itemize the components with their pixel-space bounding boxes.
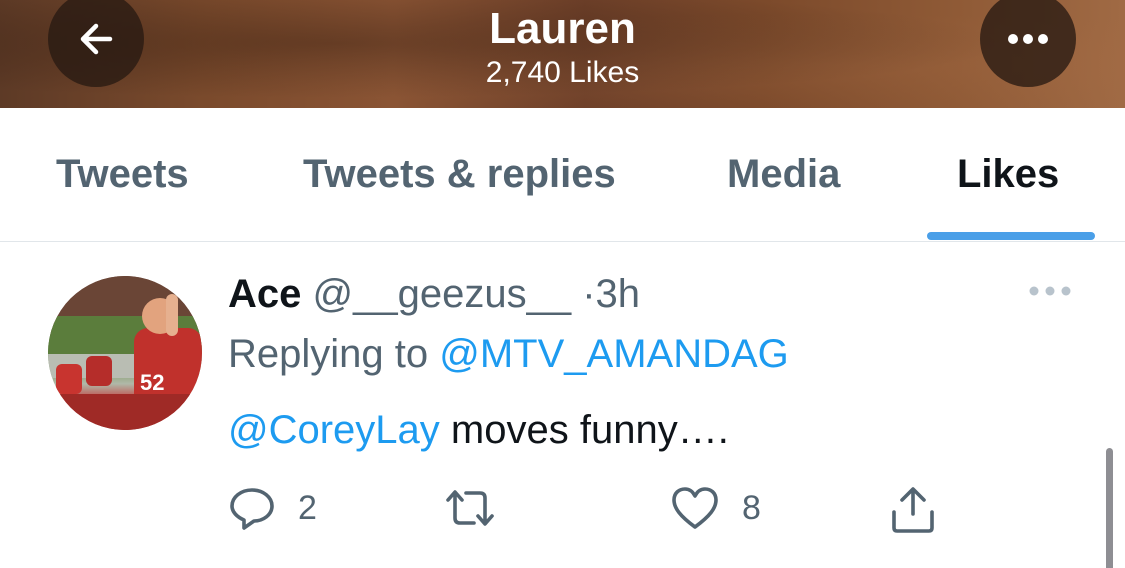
tweet-time[interactable]: 3h bbox=[596, 272, 641, 316]
author-handle[interactable]: @__geezus__ bbox=[313, 272, 572, 316]
tab-tweets-and-replies[interactable]: Tweets & replies bbox=[303, 152, 616, 197]
likes-count: 2,740 Likes bbox=[485, 56, 640, 89]
avatar[interactable]: 52 bbox=[48, 276, 202, 430]
profile-header: Lauren 2,740 Likes bbox=[0, 0, 1125, 108]
tab-media[interactable]: Media bbox=[727, 152, 840, 197]
tab-likes[interactable]: Likes bbox=[957, 152, 1059, 197]
profile-name: Lauren bbox=[489, 4, 636, 53]
reply-count: 2 bbox=[298, 488, 317, 527]
reply-icon bbox=[230, 488, 274, 530]
more-horizontal-icon bbox=[1008, 34, 1048, 44]
more-horizontal-icon bbox=[1029, 286, 1071, 296]
replying-to: Replying to @MTV_AMANDAG bbox=[228, 332, 789, 377]
share-button[interactable] bbox=[888, 484, 938, 536]
mention-link[interactable]: @CoreyLay bbox=[228, 408, 440, 452]
retweet-button[interactable] bbox=[442, 484, 498, 532]
like-count: 8 bbox=[742, 488, 761, 527]
heart-icon bbox=[672, 487, 718, 529]
like-button[interactable]: 8 bbox=[670, 484, 761, 532]
tweet-header: Ace @__geezus__ ·3h bbox=[228, 272, 640, 317]
author-name[interactable]: Ace bbox=[228, 272, 301, 316]
share-icon bbox=[892, 487, 934, 533]
avatar-photo: 52 bbox=[48, 276, 202, 430]
scrollbar[interactable] bbox=[1106, 448, 1113, 568]
replying-prefix: Replying to bbox=[228, 332, 429, 376]
retweet-icon bbox=[446, 490, 494, 526]
meta-separator: · bbox=[582, 272, 596, 316]
tweet-body: moves funny…. bbox=[450, 408, 729, 452]
tweet-text: @CoreyLay moves funny…. bbox=[228, 408, 729, 453]
tab-tweets[interactable]: Tweets bbox=[56, 152, 189, 197]
tweet-more-button[interactable] bbox=[1028, 284, 1072, 302]
reply-button[interactable]: 2 bbox=[228, 484, 317, 532]
profile-tabs: Tweets Tweets & replies Media Likes bbox=[0, 108, 1125, 242]
active-tab-indicator bbox=[927, 232, 1095, 240]
svg-text:52: 52 bbox=[140, 370, 164, 395]
replying-to-link[interactable]: @MTV_AMANDAG bbox=[439, 332, 789, 376]
